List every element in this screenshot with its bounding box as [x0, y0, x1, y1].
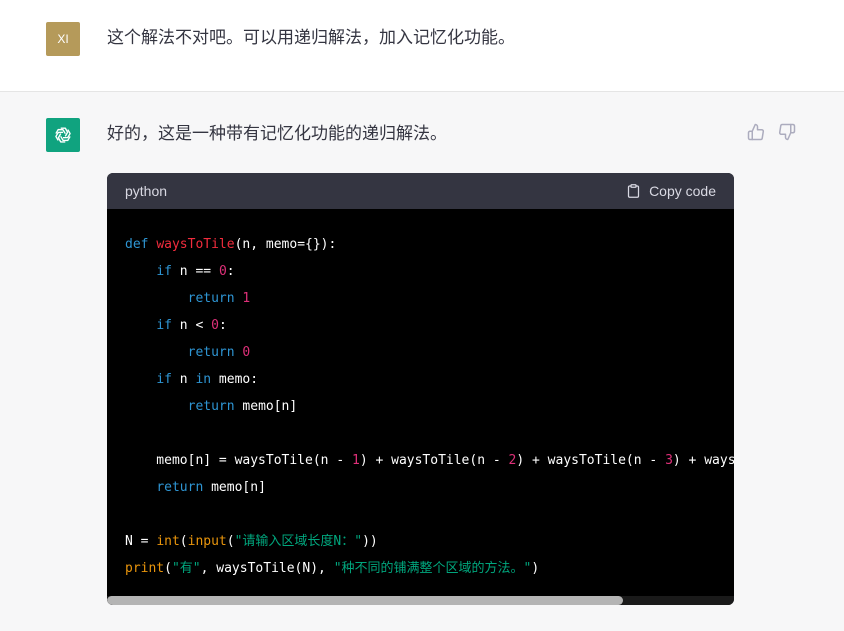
thumbs-up-button[interactable] [746, 122, 766, 142]
code-line: N = int(input("请输入区域长度N：")) [125, 528, 734, 555]
code-header: python Copy code [107, 173, 734, 209]
code-token: )) [362, 534, 378, 549]
code-token: 0 [242, 345, 251, 360]
code-token: 1 [351, 453, 360, 468]
thumbs-up-icon [747, 123, 765, 141]
code-token: return [187, 291, 235, 306]
code-token: return [187, 399, 235, 414]
assistant-avatar [46, 118, 80, 152]
code-line: memo[n] = waysToTile(n - 1) + waysToTile… [125, 447, 734, 474]
code-token: N = [125, 534, 157, 549]
code-line: return 0 [125, 339, 734, 366]
code-token: if [156, 264, 172, 279]
code-token: ) + waysToTile(n - [672, 453, 734, 468]
code-token: ) [531, 561, 540, 576]
code-token: if [156, 318, 172, 333]
thumbs-down-button[interactable] [777, 122, 797, 142]
code-token: n < [171, 318, 212, 333]
code-token: "请输入区域长度N：" [234, 534, 363, 549]
thumbs-down-icon [778, 123, 796, 141]
scrollbar-thumb[interactable] [107, 596, 623, 605]
code-line: return memo[n] [125, 474, 734, 501]
code-token: int [156, 534, 180, 549]
code-token: n == [171, 264, 219, 279]
code-token: ) + waysToTile(n - [359, 453, 509, 468]
code-token: memo: [211, 372, 259, 387]
code-token: 3 [665, 453, 673, 468]
code-token: if [156, 372, 172, 387]
code-token: : [226, 264, 235, 279]
copy-code-button[interactable]: Copy code [626, 183, 716, 199]
code-token: ) + waysToTile(n - [516, 453, 666, 468]
code-token: n [171, 372, 196, 387]
code-token: memo[n] [234, 399, 298, 414]
assistant-message-row: 好的，这是一种带有记忆化功能的递归解法。 python Copy code de… [0, 92, 844, 631]
code-token: memo[n] [203, 480, 266, 495]
clipboard-icon [627, 184, 640, 198]
code-token: input [187, 534, 227, 549]
code-token: 1 [242, 291, 251, 306]
code-token: 0 [218, 264, 227, 279]
assistant-message-text: 好的，这是一种带有记忆化功能的递归解法。 [107, 124, 447, 144]
code-token: waysToTile [156, 237, 235, 252]
code-token: memo[n] = waysToTile(n - [125, 453, 352, 468]
code-line: if n == 0: [125, 258, 734, 285]
user-avatar: XI [46, 22, 80, 56]
code-token: "种不同的铺满整个区域的方法。" [333, 561, 532, 576]
code-token: ( [179, 534, 188, 549]
code-token: in [195, 372, 212, 387]
user-message-text: 这个解法不对吧。可以用递归解法，加入记忆化功能。 [107, 28, 515, 48]
code-block: python Copy code def waysToTile(n, memo=… [107, 173, 734, 605]
code-line: return 1 [125, 285, 734, 312]
code-line: return memo[n] [125, 393, 734, 420]
code-token: def [125, 237, 157, 252]
code-token: : [218, 318, 227, 333]
code-token: ( [226, 534, 235, 549]
copy-code-label: Copy code [649, 183, 716, 199]
code-line: if n in memo: [125, 366, 734, 393]
code-line: def waysToTile(n, memo={}): [125, 231, 734, 258]
code-line: print("有", waysToTile(N), "种不同的铺满整个区域的方法… [125, 555, 734, 582]
horizontal-scrollbar[interactable] [107, 596, 734, 605]
code-token: , waysToTile(N), [200, 561, 334, 576]
code-token: return [187, 345, 235, 360]
code-token: "有" [171, 561, 201, 576]
code-token: (n, memo={}): [234, 237, 337, 252]
code-body: def waysToTile(n, memo={}): if n == 0: r… [107, 209, 734, 605]
openai-logo-icon [55, 127, 71, 143]
code-line: if n < 0: [125, 312, 734, 339]
code-token: 0 [211, 318, 219, 333]
code-content: def waysToTile(n, memo={}): if n == 0: r… [125, 231, 734, 582]
code-token: ( [164, 561, 172, 576]
code-token: return [156, 480, 204, 495]
code-token: print [125, 561, 165, 576]
code-language-label: python [125, 183, 168, 199]
user-message-row: XI 这个解法不对吧。可以用递归解法，加入记忆化功能。 [0, 0, 844, 92]
